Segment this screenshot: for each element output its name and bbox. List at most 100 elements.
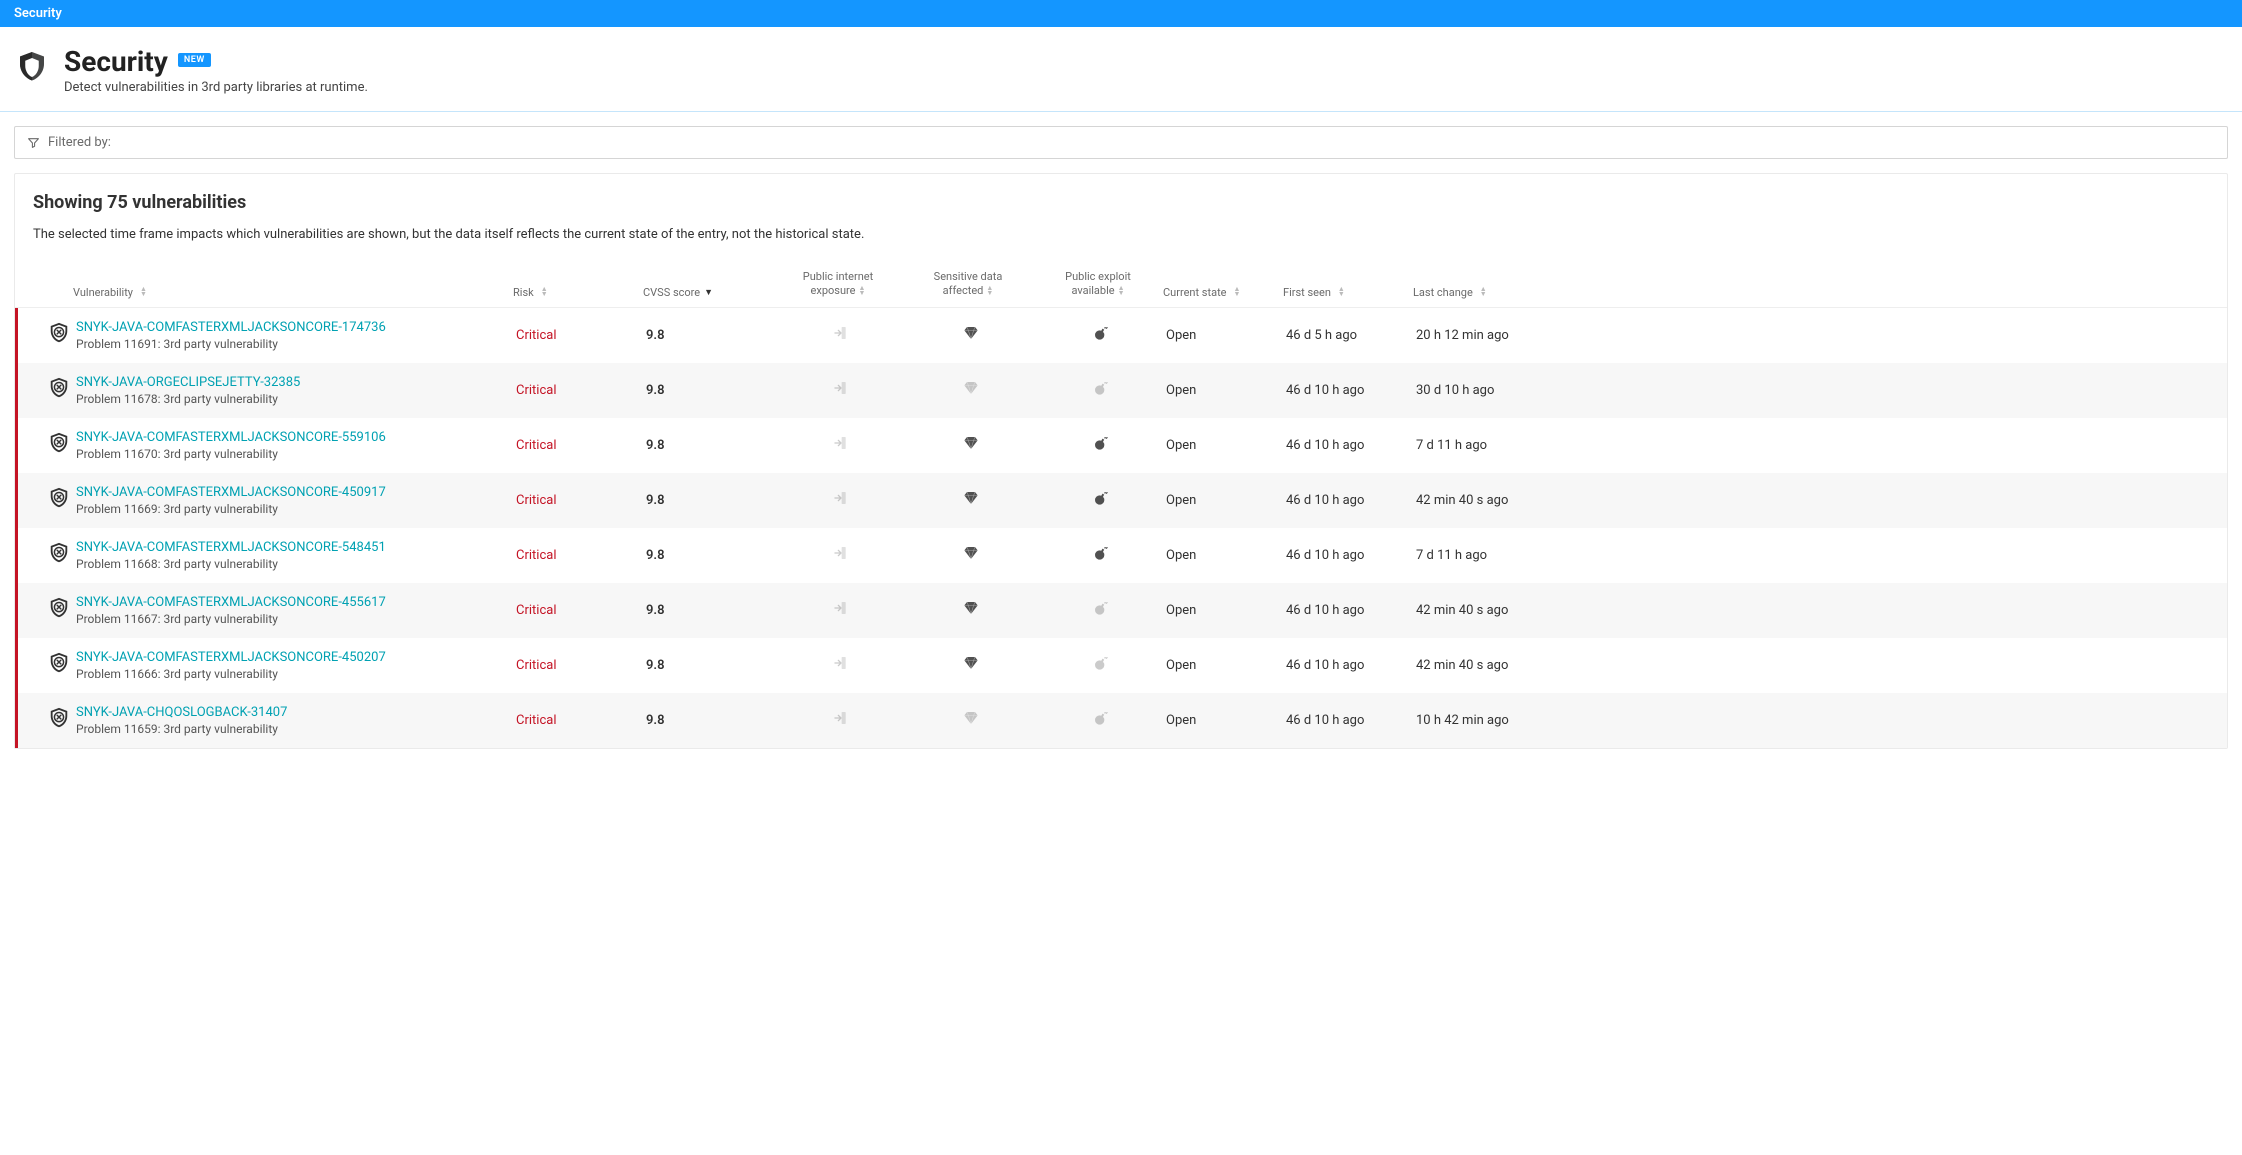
new-badge: NEW [178,53,211,67]
vulnerability-link[interactable]: SNYK-JAVA-CHQOSLOGBACK-31407 [76,705,516,720]
cvss-value: 9.8 [646,328,665,343]
vulnerability-link[interactable]: SNYK-JAVA-COMFASTERXMLJACKSONCORE-548451 [76,540,516,555]
last-change-value: 30 d 10 h ago [1416,383,1494,398]
col-last-change[interactable]: Last change▲▼ [1413,286,1543,299]
exposure-icon [833,380,849,396]
breadcrumb-item[interactable]: Security [14,6,62,21]
col-exploit[interactable]: Public exploit available▲▼ [1033,270,1163,299]
col-vulnerability[interactable]: Vulnerability▲▼ [73,286,513,299]
table-row[interactable]: SNYK-JAVA-COMFASTERXMLJACKSONCORE-174736… [15,308,2227,363]
exploit-icon [1093,710,1109,726]
panel-description: The selected time frame impacts which vu… [33,227,2209,242]
vulnerability-link[interactable]: SNYK-JAVA-COMFASTERXMLJACKSONCORE-455617 [76,595,516,610]
filter-bar[interactable]: Filtered by: [14,126,2228,159]
table-header-row: Vulnerability▲▼ Risk▲▼ CVSS score▼ Publi… [15,262,2227,308]
exposure-icon [833,655,849,671]
sensitive-data-icon [963,490,979,506]
cvss-value: 9.8 [646,658,665,673]
first-seen-value: 46 d 10 h ago [1286,713,1364,728]
vulnerability-link[interactable]: SNYK-JAVA-COMFASTERXMLJACKSONCORE-559106 [76,430,516,445]
risk-value: Critical [516,438,556,453]
cvss-value: 9.8 [646,603,665,618]
row-shield-icon [48,542,76,568]
panel-title: Showing 75 vulnerabilities [33,192,2209,213]
vulnerability-link[interactable]: SNYK-JAVA-COMFASTERXMLJACKSONCORE-174736 [76,320,516,335]
row-shield-icon [48,597,76,623]
vulnerabilities-panel: Showing 75 vulnerabilities The selected … [14,173,2228,749]
vulnerability-problem: Problem 11667: 3rd party vulnerability [76,612,516,626]
last-change-value: 7 d 11 h ago [1416,548,1487,563]
exploit-icon [1093,325,1109,341]
cvss-value: 9.8 [646,438,665,453]
row-shield-icon [48,432,76,458]
col-risk[interactable]: Risk▲▼ [513,286,643,299]
page-header: Security NEW Detect vulnerabilities in 3… [0,27,2242,112]
state-value: Open [1166,383,1196,398]
first-seen-value: 46 d 10 h ago [1286,383,1364,398]
sensitive-data-icon [963,545,979,561]
risk-value: Critical [516,658,556,673]
exploit-icon [1093,490,1109,506]
last-change-value: 42 min 40 s ago [1416,493,1508,508]
exposure-icon [833,710,849,726]
vulnerability-link[interactable]: SNYK-JAVA-COMFASTERXMLJACKSONCORE-450207 [76,650,516,665]
last-change-value: 7 d 11 h ago [1416,438,1487,453]
sort-icon: ▲▼ [986,286,993,296]
sort-icon: ▲▼ [1118,286,1125,296]
sort-icon: ▲▼ [541,287,548,297]
col-cvss[interactable]: CVSS score▼ [643,286,773,299]
cvss-value: 9.8 [646,713,665,728]
vulnerability-problem: Problem 11691: 3rd party vulnerability [76,337,516,351]
col-first-seen[interactable]: First seen▲▼ [1283,286,1413,299]
vulnerability-problem: Problem 11668: 3rd party vulnerability [76,557,516,571]
vulnerability-link[interactable]: SNYK-JAVA-ORGECLIPSEJETTY-32385 [76,375,516,390]
col-exposure[interactable]: Public internet exposure▲▼ [773,270,903,299]
col-state[interactable]: Current state▲▼ [1163,286,1283,299]
state-value: Open [1166,328,1196,343]
table-row[interactable]: SNYK-JAVA-COMFASTERXMLJACKSONCORE-559106… [15,418,2227,473]
first-seen-value: 46 d 5 h ago [1286,328,1357,343]
table-row[interactable]: SNYK-JAVA-COMFASTERXMLJACKSONCORE-548451… [15,528,2227,583]
first-seen-value: 46 d 10 h ago [1286,493,1364,508]
first-seen-value: 46 d 10 h ago [1286,438,1364,453]
sort-icon: ▲▼ [140,287,147,297]
state-value: Open [1166,548,1196,563]
risk-value: Critical [516,603,556,618]
state-value: Open [1166,713,1196,728]
exploit-icon [1093,655,1109,671]
col-sensitive[interactable]: Sensitive data affected▲▼ [903,270,1033,299]
sort-desc-icon: ▼ [704,287,713,298]
last-change-value: 42 min 40 s ago [1416,603,1508,618]
exposure-icon [833,490,849,506]
first-seen-value: 46 d 10 h ago [1286,658,1364,673]
table-row[interactable]: SNYK-JAVA-ORGECLIPSEJETTY-32385 Problem … [15,363,2227,418]
last-change-value: 42 min 40 s ago [1416,658,1508,673]
page-subtitle: Detect vulnerabilities in 3rd party libr… [64,80,368,95]
table-row[interactable]: SNYK-JAVA-CHQOSLOGBACK-31407 Problem 116… [15,693,2227,748]
exposure-icon [833,545,849,561]
filter-icon [27,136,40,149]
vulnerability-problem: Problem 11678: 3rd party vulnerability [76,392,516,406]
row-shield-icon [48,652,76,678]
vulnerability-problem: Problem 11659: 3rd party vulnerability [76,722,516,736]
table-row[interactable]: SNYK-JAVA-COMFASTERXMLJACKSONCORE-455617… [15,583,2227,638]
sensitive-data-icon [963,710,979,726]
cvss-value: 9.8 [646,548,665,563]
sensitive-data-icon [963,435,979,451]
vulnerability-problem: Problem 11666: 3rd party vulnerability [76,667,516,681]
breadcrumb-bar: Security [0,0,2242,27]
state-value: Open [1166,658,1196,673]
sort-icon: ▲▼ [1234,287,1241,297]
table-row[interactable]: SNYK-JAVA-COMFASTERXMLJACKSONCORE-450917… [15,473,2227,528]
risk-value: Critical [516,493,556,508]
table-row[interactable]: SNYK-JAVA-COMFASTERXMLJACKSONCORE-450207… [15,638,2227,693]
page-title: Security [64,45,168,78]
sensitive-data-icon [963,655,979,671]
cvss-value: 9.8 [646,383,665,398]
exposure-icon [833,600,849,616]
vulnerability-link[interactable]: SNYK-JAVA-COMFASTERXMLJACKSONCORE-450917 [76,485,516,500]
sensitive-data-icon [963,380,979,396]
row-shield-icon [48,377,76,403]
risk-value: Critical [516,383,556,398]
risk-value: Critical [516,713,556,728]
